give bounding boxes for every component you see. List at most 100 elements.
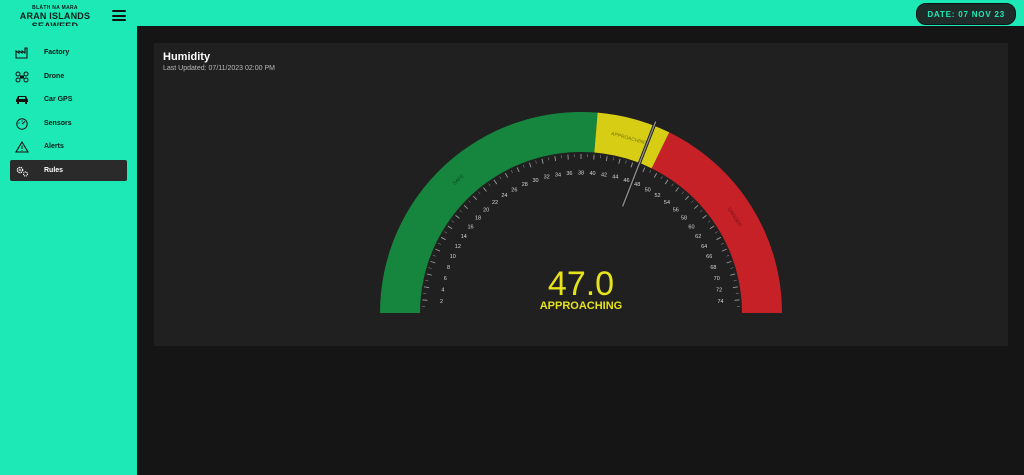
sidebar-item-drone[interactable]: Drone xyxy=(10,66,127,87)
gauge-tick xyxy=(425,280,429,282)
gauge-tick xyxy=(732,286,738,289)
gauge-tick xyxy=(716,236,722,241)
gauge-tick-label: 34 xyxy=(555,172,561,178)
gauge-tick-label: 44 xyxy=(612,175,618,181)
sidebar: Factory Drone Car GPS Sensors Alerts Rul… xyxy=(0,26,137,475)
gauge-tick-label: 52 xyxy=(655,193,661,199)
gauge-tick xyxy=(472,195,478,201)
factory-icon xyxy=(12,46,32,60)
gauge-tick xyxy=(726,254,730,257)
gauge-tick xyxy=(702,214,707,219)
gauge-tick xyxy=(625,160,627,164)
gauge-tick xyxy=(493,179,498,185)
gauge-tick xyxy=(510,170,513,173)
drone-icon xyxy=(12,70,32,84)
gauge-tick-label: 74 xyxy=(717,299,723,305)
sidebar-item-label: Alerts xyxy=(44,143,64,150)
gauge-tick xyxy=(649,170,652,173)
gauge-tick-label: 8 xyxy=(447,265,450,271)
gauge-tick xyxy=(707,220,711,223)
gauge-tick xyxy=(516,167,520,173)
gauge-tick-label: 64 xyxy=(701,244,707,250)
gauge-tick xyxy=(438,242,441,245)
sidebar-item-sensors[interactable]: Sensors xyxy=(10,113,127,134)
gauge-tick xyxy=(522,164,525,168)
gauge-tick-label: 2 xyxy=(440,299,443,305)
gauge-tick xyxy=(488,183,491,187)
gauge-tick xyxy=(528,162,532,168)
gauge-tick xyxy=(504,172,509,178)
brand-name-line1: ARAN ISLANDS xyxy=(19,11,91,21)
gauge-tick-label: 22 xyxy=(492,200,498,206)
gauge-tick-label: 58 xyxy=(681,216,687,222)
sidebar-item-alerts[interactable]: Alerts xyxy=(10,136,127,157)
gauge-tick-label: 48 xyxy=(634,182,640,188)
gauge-tick-label: 12 xyxy=(455,244,461,250)
gauge-tick xyxy=(693,204,699,210)
gauge-tick xyxy=(428,267,432,269)
gauge-tick xyxy=(709,225,715,230)
gauge-tick xyxy=(642,167,646,173)
gauge-tick-label: 54 xyxy=(664,200,670,206)
gauge-tick xyxy=(699,210,703,213)
gauge-tick xyxy=(535,160,537,164)
gauge-tick-label: 70 xyxy=(714,276,720,282)
gauge-tick-label: 24 xyxy=(501,193,507,199)
hamburger-bar xyxy=(112,19,126,21)
gauge-tick xyxy=(440,236,446,241)
gauge-tick xyxy=(430,260,436,264)
sidebar-item-rules[interactable]: Rules xyxy=(10,160,127,181)
gauge-tick xyxy=(612,157,614,161)
gauge-tick xyxy=(675,187,680,192)
gauge-tick xyxy=(721,242,724,245)
sidebar-item-label: Factory xyxy=(44,49,70,56)
gauge-tick xyxy=(681,191,684,195)
gauge-tick xyxy=(541,158,544,164)
gauge-tick-label: 72 xyxy=(716,287,722,293)
sidebar-item-car-gps[interactable]: Car GPS xyxy=(10,89,127,110)
gauge-zone-danger xyxy=(651,132,782,313)
car-icon xyxy=(12,93,32,107)
gauge-tick-label: 14 xyxy=(461,234,467,240)
gauge-tick-label: 60 xyxy=(688,224,694,230)
sidebar-item-label: Rules xyxy=(44,167,64,174)
gauge-tick xyxy=(605,156,608,162)
gauge-tick xyxy=(463,204,469,210)
gauge-tick-label: 38 xyxy=(578,170,584,176)
hamburger-menu-icon[interactable] xyxy=(112,10,126,21)
hamburger-bar xyxy=(112,10,126,12)
gauge-tick xyxy=(468,200,471,203)
gauge-tick-label: 26 xyxy=(511,187,517,193)
gauge-tick xyxy=(660,176,663,180)
gauge-tick xyxy=(451,220,455,223)
gauge-tick xyxy=(478,191,481,195)
gauge-tick-label: 66 xyxy=(706,254,712,260)
gauge-value: 47.0 xyxy=(548,265,614,303)
gauge-tick xyxy=(435,248,441,252)
gauge-tick-label: 46 xyxy=(623,178,629,184)
gauge-tick xyxy=(426,273,432,276)
gauge-tick xyxy=(444,231,448,234)
gauge-tick-label: 42 xyxy=(601,172,607,178)
sidebar-item-label: Car GPS xyxy=(44,96,73,103)
gauge-tick-label: 40 xyxy=(589,171,595,177)
gauge-tick xyxy=(499,176,502,180)
gauge-tick xyxy=(721,248,727,252)
gauge-tick-label: 16 xyxy=(467,224,473,230)
gauge-tick xyxy=(554,156,557,162)
gauge-tick-label: 50 xyxy=(645,187,651,193)
gauge-tick xyxy=(730,267,734,269)
sidebar-item-label: Sensors xyxy=(44,120,72,127)
top-bar xyxy=(0,0,1024,26)
gauge-tick xyxy=(618,158,621,164)
gauge-tick-label: 62 xyxy=(695,234,701,240)
gauge-tick xyxy=(684,195,690,201)
gauge-tick-label: 6 xyxy=(444,276,447,282)
gauge-tick-label: 20 xyxy=(483,207,489,213)
sidebar-item-factory[interactable]: Factory xyxy=(10,42,127,63)
warning-icon xyxy=(12,140,32,154)
gauge-tick-label: 36 xyxy=(566,171,572,177)
gauge-tick xyxy=(482,187,487,192)
gauge-tick xyxy=(691,200,694,203)
gauge-tick-label: 28 xyxy=(522,182,528,188)
